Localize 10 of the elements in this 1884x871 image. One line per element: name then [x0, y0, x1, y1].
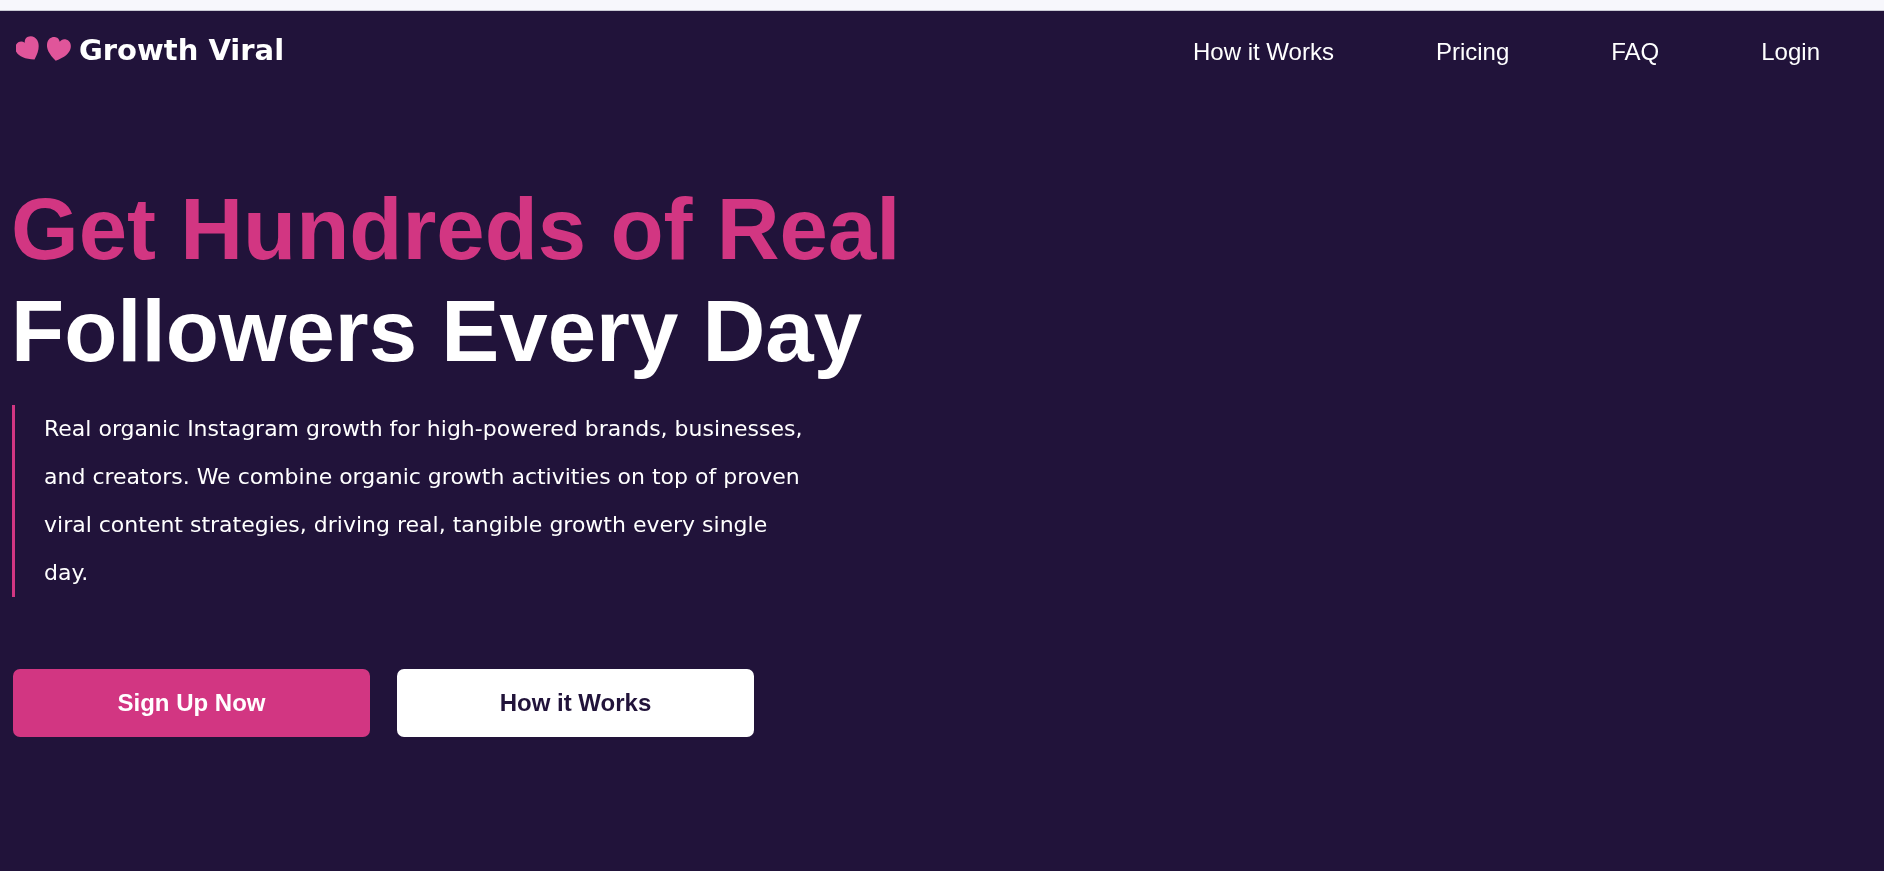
sign-up-button[interactable]: Sign Up Now	[13, 669, 370, 737]
logo-link[interactable]: Growth Viral	[16, 33, 285, 67]
hero-description: Real organic Instagram growth for high-powered brands, businesses, and creators. We combine organic growth activities on top of proven viral content strategies, driving real, tangible growth every single day.	[12, 405, 817, 597]
nav-link[interactable]: How it Works	[1193, 38, 1334, 66]
nav-link[interactable]: Pricing	[1435, 38, 1510, 66]
nav-link[interactable]: FAQ	[1611, 38, 1660, 66]
hearts-icon	[16, 36, 72, 64]
nav-link[interactable]: Login	[1761, 38, 1820, 66]
headline: Get Hundreds of Real Followers Every Day	[11, 179, 902, 381]
secondary-button[interactable]: How it Works	[397, 669, 754, 737]
